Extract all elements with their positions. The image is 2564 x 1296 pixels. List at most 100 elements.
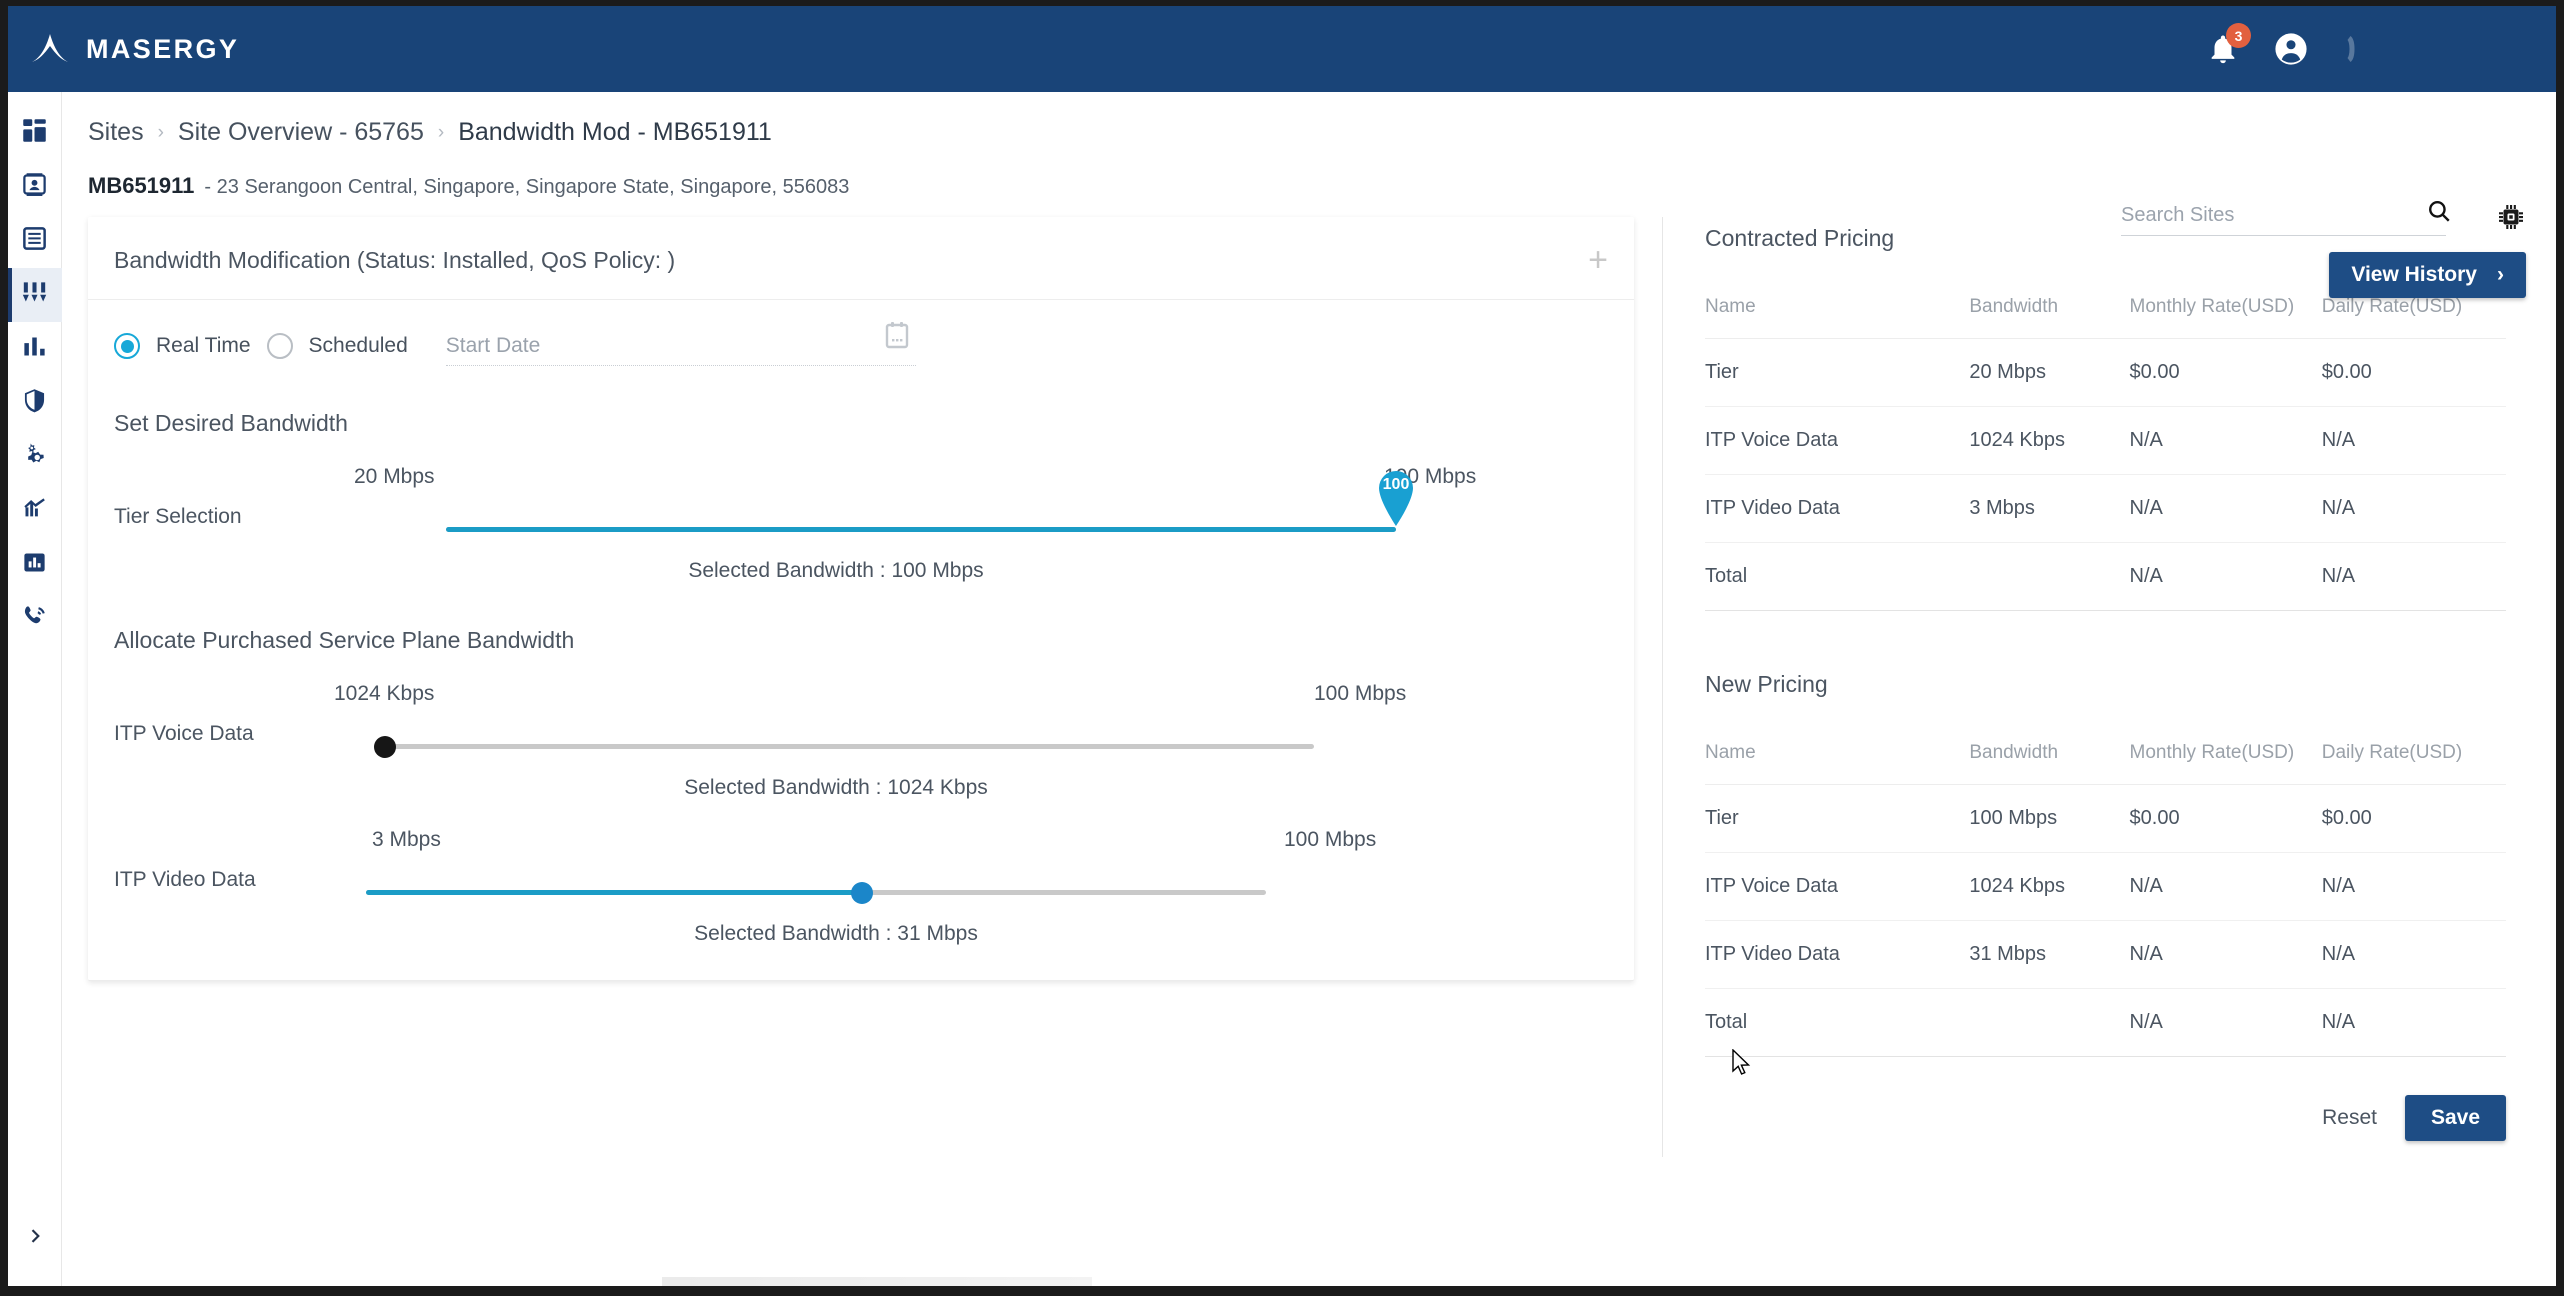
calendar-icon[interactable] xyxy=(884,321,910,349)
sidebar-item-voice[interactable] xyxy=(8,592,62,646)
cell-name: Total xyxy=(1705,542,1970,611)
chip-settings-icon[interactable] xyxy=(2496,202,2526,232)
sidebar-item-analytics[interactable] xyxy=(8,484,62,538)
cell-monthly: N/A xyxy=(2129,988,2322,1057)
contact-card-icon xyxy=(21,171,48,203)
dashboard-grid-icon xyxy=(21,117,48,149)
view-history-button[interactable]: View History › xyxy=(2329,252,2526,298)
cell-monthly: N/A xyxy=(2129,406,2322,475)
sidebar-item-settings[interactable] xyxy=(8,430,62,484)
account-circle-icon[interactable] xyxy=(2274,32,2308,66)
sidebar-item-reports[interactable] xyxy=(8,322,62,376)
slider-itp-voice-handle[interactable] xyxy=(374,736,396,758)
bandwidth-modification-card: Bandwidth Modification (Status: Installe… xyxy=(88,217,1634,981)
breadcrumb-separator: › xyxy=(437,121,445,143)
radio-scheduled[interactable] xyxy=(266,333,293,359)
application-window: MASERGY 3 Sites › Site Overview - 65765 … xyxy=(0,0,2564,1296)
slider-itp-voice-max-label: 100 Mbps xyxy=(1314,682,1407,705)
table-row: ITP Video Data 3 Mbps N/A N/A xyxy=(1705,474,2506,543)
bandwidth-card-header: Bandwidth Modification (Status: Installe… xyxy=(88,217,1634,300)
cell-bandwidth: 1024 Kbps xyxy=(1969,406,2130,475)
slider-tier-track-wrap[interactable]: 100 xyxy=(354,471,1608,549)
chevron-right-icon xyxy=(25,1226,45,1251)
new-pricing-title: New Pricing xyxy=(1705,671,1828,697)
reset-button[interactable]: Reset xyxy=(2322,1106,2377,1130)
radio-real-time[interactable] xyxy=(114,333,140,359)
cell-monthly: N/A xyxy=(2129,920,2322,989)
table-row-total: Total N/A N/A xyxy=(1705,988,2506,1057)
breadcrumb-item-site-overview[interactable]: Site Overview - 65765 xyxy=(178,118,424,147)
cell-bandwidth: 31 Mbps xyxy=(1969,920,2130,989)
table-row: ITP Video Data 31 Mbps N/A N/A xyxy=(1705,920,2506,989)
column-header-monthly-rate: Monthly Rate(USD) xyxy=(2129,728,2322,785)
sidebar-item-dashboard[interactable] xyxy=(8,106,62,160)
start-date-field xyxy=(445,322,916,366)
cell-monthly: N/A xyxy=(2129,474,2322,543)
expand-plus-icon[interactable]: + xyxy=(1588,243,1608,277)
sidebar-item-statistics[interactable] xyxy=(8,538,62,592)
shield-icon xyxy=(21,387,48,419)
slider-tier-min-label: 20 Mbps xyxy=(354,465,435,488)
cell-monthly: N/A xyxy=(2129,852,2322,921)
radio-scheduled-label[interactable]: Scheduled xyxy=(309,334,408,358)
site-address: - 23 Serangoon Central, Singapore, Singa… xyxy=(204,176,850,198)
page-content: Sites › Site Overview - 65765 › Bandwidt… xyxy=(62,92,2556,1286)
slider-tier-handle[interactable]: 100 xyxy=(1372,465,1420,527)
slider-tier-selected-text: Selected Bandwidth : 100 Mbps xyxy=(688,559,984,582)
breadcrumb-item-current: Bandwidth Mod - MB651911 xyxy=(458,118,772,146)
table-row: ITP Voice Data 1024 Kbps N/A N/A xyxy=(1705,852,2506,921)
cell-bandwidth xyxy=(1969,988,2130,1057)
radio-real-time-label[interactable]: Real Time xyxy=(156,334,251,358)
notification-badge: 3 xyxy=(2226,23,2251,48)
content-split: Bandwidth Modification (Status: Installe… xyxy=(62,199,2556,1157)
slider-tier-value: 100 xyxy=(1382,476,1410,493)
partial-hidden-icon xyxy=(2342,32,2364,66)
cell-bandwidth xyxy=(1969,542,2130,611)
slider-itp-video-track-wrap[interactable] xyxy=(354,874,1608,912)
slider-itp-voice-track[interactable] xyxy=(384,744,1314,749)
brand-logo[interactable]: MASERGY xyxy=(30,32,239,66)
cell-daily: N/A xyxy=(2321,920,2506,989)
slider-itp-voice-range-labels: 1024 Kbps 100 Mbps xyxy=(334,682,1608,712)
cell-name: ITP Voice Data xyxy=(1705,852,1970,921)
cell-monthly: $0.00 xyxy=(2129,338,2322,407)
chart-box-icon xyxy=(21,549,48,581)
view-history-label: View History xyxy=(2351,263,2477,286)
column-header-bandwidth: Bandwidth xyxy=(1969,728,2130,785)
sidebar-item-documents[interactable] xyxy=(8,214,62,268)
slider-itp-video-max-label: 100 Mbps xyxy=(1284,828,1377,851)
breadcrumb-item-sites[interactable]: Sites xyxy=(88,118,144,147)
table-row-total: Total N/A N/A xyxy=(1705,542,2506,611)
cell-daily: N/A xyxy=(2321,988,2506,1057)
new-pricing-table: Name Bandwidth Monthly Rate(USD) Daily R… xyxy=(1705,728,2506,1057)
chevron-right-icon: › xyxy=(2497,263,2504,286)
masergy-mountain-icon xyxy=(30,32,72,66)
cell-daily: N/A xyxy=(2321,852,2506,921)
search-icon[interactable] xyxy=(2426,198,2452,224)
topbar-actions: 3 xyxy=(2206,23,2364,68)
schedule-mode-row: Real Time Scheduled xyxy=(88,300,1634,366)
left-sidebar-rail xyxy=(8,92,62,1286)
column-header-name: Name xyxy=(1705,728,1970,785)
slider-itp-video-handle[interactable] xyxy=(851,882,873,904)
save-button[interactable]: Save xyxy=(2404,1095,2506,1141)
start-date-input[interactable] xyxy=(445,333,916,358)
cell-name: ITP Voice Data xyxy=(1705,406,1970,475)
notifications-button[interactable]: 3 xyxy=(2206,23,2251,68)
sidebar-expand-button[interactable] xyxy=(8,1216,62,1260)
search-input[interactable] xyxy=(2121,204,2446,227)
slider-label-tier: Tier Selection xyxy=(114,505,242,528)
top-navigation-bar: MASERGY 3 xyxy=(8,6,2556,92)
slider-itp-voice-track-wrap[interactable] xyxy=(354,728,1608,766)
sidebar-item-bandwidth[interactable] xyxy=(8,268,62,322)
sidebar-item-security[interactable] xyxy=(8,376,62,430)
sidebar-item-contacts[interactable] xyxy=(8,160,62,214)
cell-daily: $0.00 xyxy=(2321,784,2506,853)
contracted-pricing-table: Name Bandwidth Monthly Rate(USD) Daily R… xyxy=(1705,282,2506,611)
allocate-bandwidth-title: Allocate Purchased Service Plane Bandwid… xyxy=(114,627,575,653)
cell-daily: N/A xyxy=(2321,542,2506,611)
cell-daily: N/A xyxy=(2321,474,2506,543)
gears-icon xyxy=(21,441,48,473)
bandwidth-panel: Bandwidth Modification (Status: Installe… xyxy=(62,217,1662,1157)
page-bottom-edge xyxy=(662,1277,1092,1286)
